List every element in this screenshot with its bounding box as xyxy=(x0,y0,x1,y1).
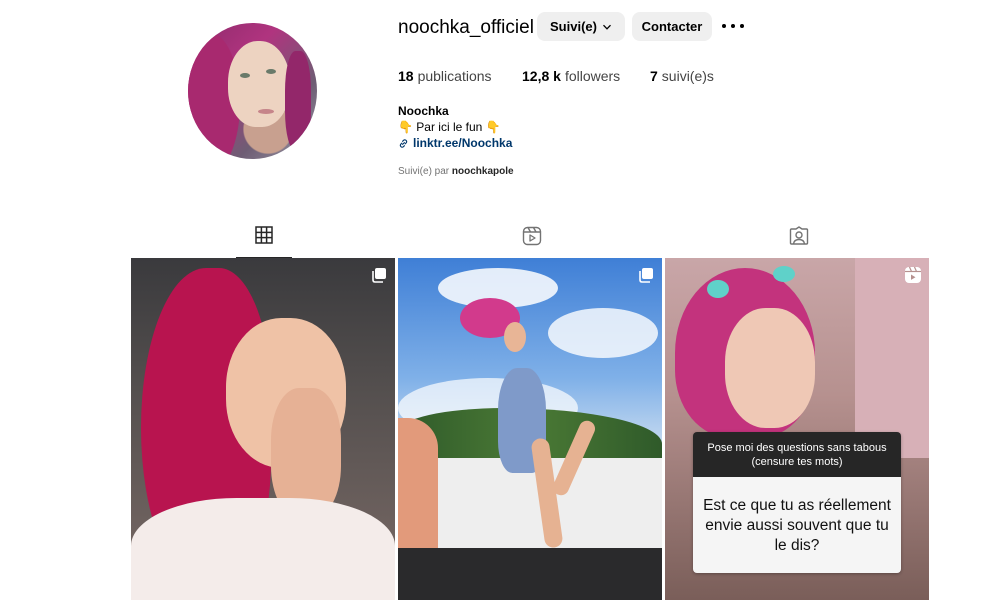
post-tile[interactable] xyxy=(131,258,395,600)
photo-subject-shirt xyxy=(131,498,395,600)
posts-count: 18 xyxy=(398,68,414,84)
following-button-label: Suivi(e) xyxy=(550,19,597,34)
link-icon xyxy=(399,138,408,148)
following-count: 7 xyxy=(650,68,658,84)
bio-link[interactable]: linktr.ee/Noochka xyxy=(398,136,512,150)
avatar-mouth xyxy=(258,109,274,114)
tab-reels[interactable] xyxy=(504,220,560,258)
photo-boat-deck xyxy=(398,548,662,600)
carousel-icon xyxy=(372,268,386,283)
photo-wall xyxy=(855,258,929,458)
avatar-hair xyxy=(285,51,311,151)
question-sticker-prompt: Pose moi des questions sans tabous (cens… xyxy=(693,432,901,477)
question-sticker-question: Est ce que tu as réellement envie aussi … xyxy=(693,477,901,573)
tab-posts[interactable] xyxy=(236,220,292,258)
bio-link-text: linktr.ee/Noochka xyxy=(413,136,513,150)
carousel-icon xyxy=(639,268,653,283)
post-tile[interactable] xyxy=(398,258,662,600)
followed-by-user: noochkapole xyxy=(451,166,514,177)
photo-boat-seat xyxy=(398,418,438,548)
following-button[interactable]: Suivi(e) xyxy=(537,12,625,41)
profile-avatar[interactable] xyxy=(188,23,317,159)
avatar-eye xyxy=(240,73,250,78)
grid-icon xyxy=(255,226,273,244)
more-options-icon[interactable] xyxy=(722,17,744,35)
posts-label: publications xyxy=(417,68,492,84)
photo-hair-tie xyxy=(707,280,729,298)
tab-tagged[interactable] xyxy=(771,220,827,258)
profile-username: noochka_officiel xyxy=(398,17,534,38)
chevron-down-icon xyxy=(603,24,611,30)
question-sticker: Pose moi des questions sans tabous (cens… xyxy=(693,432,901,573)
bio-name: Noochka xyxy=(398,104,449,118)
tagged-icon xyxy=(789,226,809,245)
photo-cloud xyxy=(548,308,658,358)
following-stat[interactable]: 7 suivi(e)s xyxy=(650,68,714,84)
posts-stat: 18 publications xyxy=(398,68,492,84)
followers-stat[interactable]: 12,8 k followers xyxy=(522,68,620,84)
photo-hair-tie xyxy=(773,266,795,282)
reels-icon xyxy=(522,226,542,246)
followers-count: 12,8 k xyxy=(522,68,561,84)
contact-button[interactable]: Contacter xyxy=(632,12,712,41)
avatar-eye xyxy=(266,69,276,74)
bio-text: 👇 Par ici le fun 👇 xyxy=(398,120,501,134)
followed-by[interactable]: Suivi(e) par noochkapole xyxy=(398,166,514,177)
following-label: suivi(e)s xyxy=(661,68,714,84)
followers-label: followers xyxy=(564,68,621,84)
reel-icon xyxy=(905,266,921,283)
photo-subject-face xyxy=(504,322,526,352)
followed-by-prefix: Suivi(e) par xyxy=(398,166,450,177)
photo-subject-face xyxy=(725,308,815,428)
avatar-face xyxy=(228,41,290,127)
